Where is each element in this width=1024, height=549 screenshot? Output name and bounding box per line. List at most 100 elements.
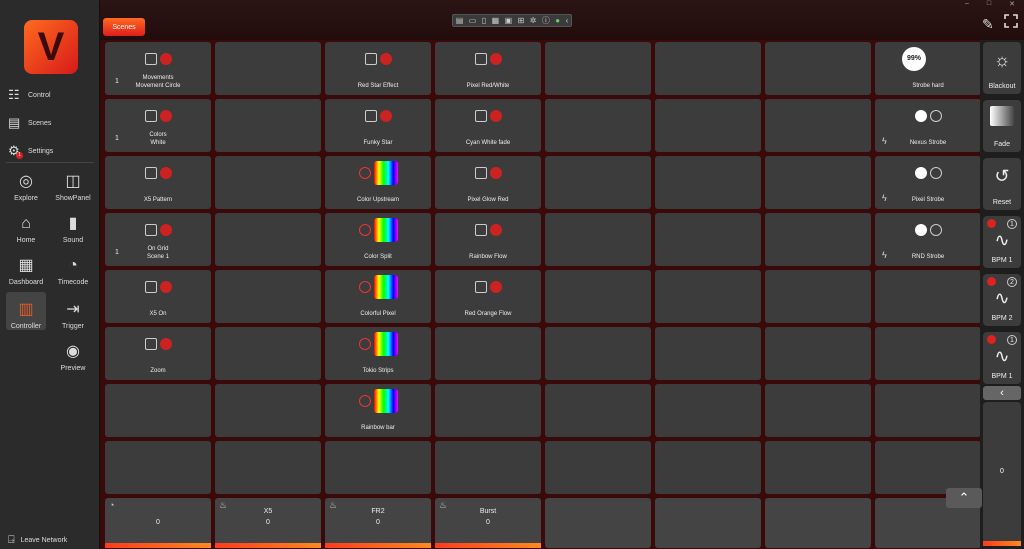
scene-cell[interactable]: Colorful Pixel [325,270,431,323]
empty-cell[interactable] [765,99,871,152]
scene-cell[interactable]: 99% Strobe hard [875,42,981,95]
edit-icon[interactable]: ✎ [982,16,994,33]
empty-cell[interactable] [765,156,871,209]
chevron-left-icon[interactable]: ‹ [566,16,569,25]
scene-cell[interactable]: Rainbow bar [325,384,431,437]
empty-cell[interactable] [765,42,871,95]
empty-cell[interactable] [655,441,761,494]
bpm-button-1[interactable]: 1 ∿ BPM 1 [983,216,1021,268]
empty-cell[interactable] [655,270,761,323]
maximize-icon[interactable]: □ [987,0,991,10]
empty-cell[interactable] [215,384,321,437]
empty-cell[interactable] [215,270,321,323]
empty-cell[interactable] [435,384,541,437]
empty-cell[interactable] [545,42,651,95]
empty-cell[interactable] [875,327,981,380]
camera-icon[interactable]: ▭ [469,16,477,25]
scene-cell[interactable]: Colors White 1 [105,99,211,152]
empty-cell[interactable] [545,213,651,266]
empty-cell[interactable] [105,384,211,437]
link-icon[interactable]: ⊞ [518,16,525,25]
empty-fader[interactable] [545,498,651,548]
scene-cell[interactable]: Pixel Red/White [435,42,541,95]
fade-button[interactable]: Fade [983,100,1021,152]
empty-cell[interactable] [655,213,761,266]
empty-cell[interactable] [875,441,981,494]
scene-cell[interactable]: Tokio Strips [325,327,431,380]
reset-button[interactable]: ↺ Reset [983,158,1021,210]
empty-cell[interactable] [215,156,321,209]
scene-cell[interactable]: Funky Star [325,99,431,152]
scene-cell[interactable]: X5 On [105,270,211,323]
display-icon[interactable]: ▯ [482,16,486,25]
blackout-button[interactable]: ☼ Blackout [983,42,1021,94]
tile-dashboard[interactable]: ▦ Dashboard [6,248,46,286]
empty-cell[interactable] [765,384,871,437]
scene-cell[interactable]: RND Strobe ϟ [875,213,981,266]
empty-fader[interactable] [655,498,761,548]
tile-home[interactable]: ⌂ Home [6,206,46,244]
grid-icon[interactable]: ▦ [492,16,500,25]
scene-cell[interactable]: Red Orange Flow [435,270,541,323]
scene-cell[interactable]: Color Split [325,213,431,266]
fullscreen-icon[interactable] [1004,14,1018,28]
empty-cell[interactable] [655,327,761,380]
master-fader[interactable]: 0 [983,402,1021,546]
nav-settings[interactable]: ⚙ 1 Settings [8,144,53,159]
empty-cell[interactable] [875,270,981,323]
empty-cell[interactable] [105,441,211,494]
scene-cell[interactable]: Cyan White fade [435,99,541,152]
empty-fader[interactable] [765,498,871,548]
empty-cell[interactable] [545,327,651,380]
scene-cell[interactable]: Zoom [105,327,211,380]
empty-cell[interactable] [765,327,871,380]
tile-sound[interactable]: ▮ Sound [53,206,93,244]
tab-scenes[interactable]: Scenes [103,18,145,36]
empty-cell[interactable] [655,99,761,152]
empty-cell[interactable] [545,99,651,152]
monitor-icon[interactable]: ▣ [505,16,513,25]
scene-cell[interactable]: X5 Pattern [105,156,211,209]
empty-cell[interactable] [215,99,321,152]
scene-cell[interactable]: Pixel Strobe ϟ [875,156,981,209]
settings-icon[interactable]: ✲ [530,16,537,25]
empty-cell[interactable] [215,213,321,266]
tile-trigger[interactable]: ⇥ Trigger [53,292,93,330]
empty-cell[interactable] [545,384,651,437]
collapse-button[interactable]: ‹ [983,386,1021,400]
bpm-button-3[interactable]: 1 ∿ BPM 1 [983,332,1021,384]
empty-cell[interactable] [765,270,871,323]
nav-scenes[interactable]: ▤ Scenes [8,116,51,130]
empty-cell[interactable] [325,441,431,494]
leave-network-button[interactable]: ⍈ Leave Network [8,534,67,547]
scene-cell[interactable]: Red Star Effect [325,42,431,95]
scene-cell[interactable]: Pixel Glow Red [435,156,541,209]
empty-cell[interactable] [545,441,651,494]
fader[interactable]: ◔ 0 [105,498,211,548]
close-icon[interactable]: ✕ [1009,0,1015,10]
empty-cell[interactable] [765,213,871,266]
empty-cell[interactable] [545,270,651,323]
tile-timecode[interactable]: ◔ Timecode [53,248,93,286]
empty-cell[interactable] [435,327,541,380]
empty-cell[interactable] [655,156,761,209]
scene-cell[interactable]: On Grid Scene 1 1 [105,213,211,266]
doc-icon[interactable]: ▤ [456,16,464,25]
empty-cell[interactable] [435,441,541,494]
scroll-up-button[interactable]: ⌃ [946,488,982,508]
fader[interactable]: ♨ X5 0 [215,498,321,548]
nav-control[interactable]: ☷ Control [8,88,51,102]
empty-cell[interactable] [655,42,761,95]
empty-cell[interactable] [545,156,651,209]
scene-cell[interactable]: Nexus Strobe ϟ [875,99,981,152]
scene-cell[interactable]: Movements Movement Circle 1 [105,42,211,95]
empty-cell[interactable] [875,384,981,437]
empty-cell[interactable] [765,441,871,494]
fader[interactable]: ♨ FR2 0 [325,498,431,548]
empty-cell[interactable] [655,384,761,437]
info-icon[interactable]: ⓘ [542,15,550,26]
tile-controller[interactable]: ▥ Controller [6,292,46,330]
tile-explore[interactable]: ◎ Explore [6,164,46,202]
bpm-button-2[interactable]: 2 ∿ BPM 2 [983,274,1021,326]
scene-cell[interactable]: Color Upstream [325,156,431,209]
